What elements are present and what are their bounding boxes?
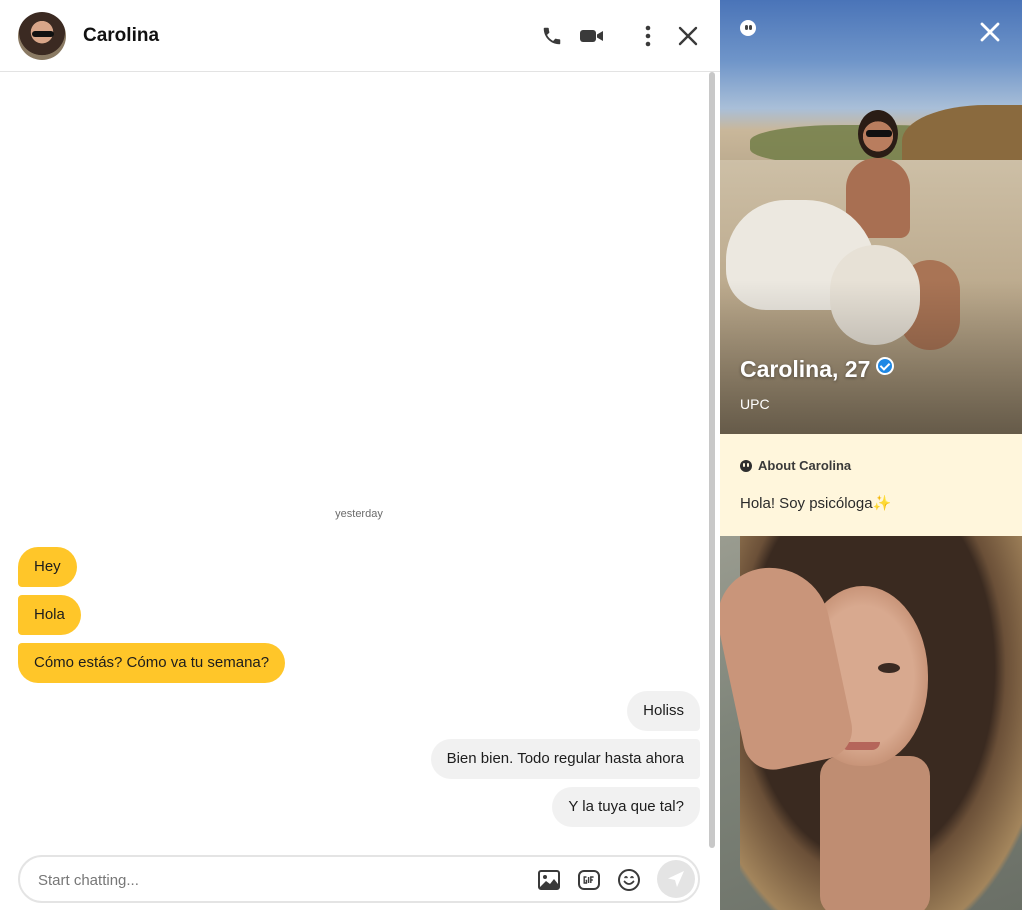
profile-name-text: Carolina, 27 bbox=[740, 356, 871, 382]
profile-school: UPC bbox=[740, 396, 770, 412]
more-vertical-icon bbox=[645, 25, 651, 47]
incoming-message[interactable]: Hey bbox=[18, 547, 77, 587]
send-button[interactable] bbox=[657, 860, 695, 898]
chat-panel: Carolina yesterday Hey Hola Cómo estás? … bbox=[0, 0, 720, 910]
gif-icon bbox=[578, 870, 600, 890]
outgoing-message[interactable]: Y la tuya que tal? bbox=[552, 787, 700, 827]
more-options-button[interactable] bbox=[634, 22, 662, 50]
about-section: About Carolina Hola! Soy psicóloga✨ bbox=[720, 434, 1022, 536]
profile-badge-icon bbox=[740, 459, 752, 472]
phone-icon bbox=[543, 27, 561, 45]
chat-header: Carolina bbox=[0, 0, 720, 72]
close-icon bbox=[980, 22, 1000, 42]
incoming-message[interactable]: Hola bbox=[18, 595, 81, 635]
profile-badge-icon bbox=[740, 20, 756, 36]
close-profile-button[interactable] bbox=[978, 20, 1002, 44]
video-call-button[interactable] bbox=[578, 22, 606, 50]
message-input[interactable] bbox=[38, 868, 518, 892]
about-title-text: About Carolina bbox=[758, 458, 852, 473]
send-icon bbox=[668, 871, 684, 887]
profile-panel: Carolina, 27 UPC About Carolina Hola! So… bbox=[720, 0, 1022, 910]
video-camera-icon bbox=[580, 30, 603, 42]
emoji-icon bbox=[618, 869, 640, 891]
contact-name[interactable]: Carolina bbox=[83, 25, 159, 47]
about-text: Hola! Soy psicóloga✨ bbox=[740, 495, 892, 512]
avatar-sunglasses bbox=[32, 31, 54, 37]
avatar[interactable] bbox=[18, 12, 66, 60]
profile-name-age: Carolina, 27 bbox=[740, 356, 895, 383]
chat-scrollbar[interactable] bbox=[708, 72, 716, 848]
date-separator: yesterday bbox=[335, 508, 383, 520]
scrollbar-thumb[interactable] bbox=[709, 72, 715, 848]
close-icon bbox=[678, 26, 698, 46]
profile-photo-2[interactable] bbox=[720, 536, 1022, 910]
verified-badge-icon[interactable] bbox=[876, 357, 895, 375]
photo-person bbox=[838, 110, 918, 238]
call-button[interactable] bbox=[538, 22, 566, 50]
incoming-message[interactable]: Cómo estás? Cómo va tu semana? bbox=[18, 643, 286, 683]
about-title: About Carolina bbox=[740, 458, 851, 473]
outgoing-message[interactable]: Holiss bbox=[627, 691, 700, 731]
image-icon bbox=[538, 870, 560, 890]
outgoing-message[interactable]: Bien bien. Todo regular hasta ahora bbox=[430, 739, 700, 779]
attach-image-button[interactable] bbox=[536, 867, 562, 893]
message-composer bbox=[18, 855, 700, 903]
close-chat-button[interactable] bbox=[674, 22, 702, 50]
gif-button[interactable] bbox=[576, 867, 602, 893]
app-window: Carolina yesterday Hey Hola Cómo estás? … bbox=[0, 0, 1022, 910]
emoji-button[interactable] bbox=[616, 867, 642, 893]
